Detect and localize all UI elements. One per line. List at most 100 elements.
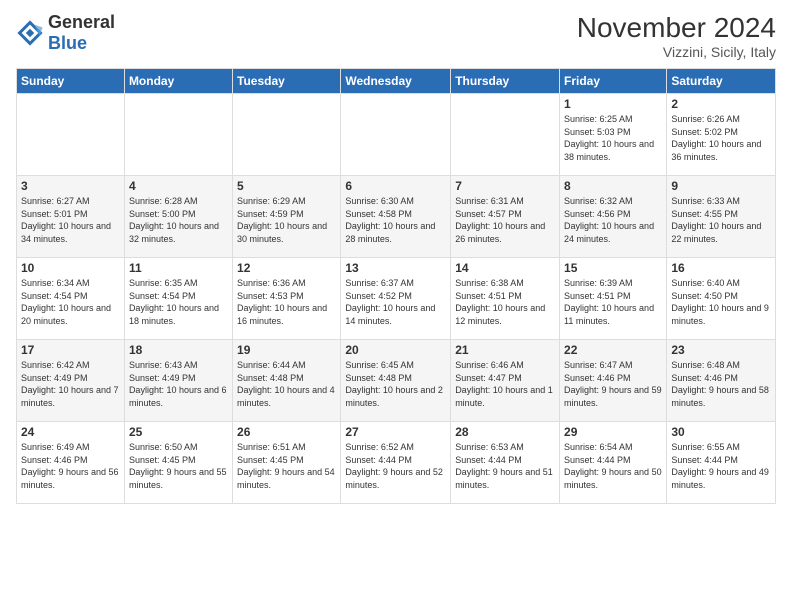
col-wednesday: Wednesday bbox=[341, 69, 451, 94]
day-number: 21 bbox=[455, 343, 555, 357]
day-cell: 18Sunrise: 6:43 AM Sunset: 4:49 PM Dayli… bbox=[124, 340, 232, 422]
day-cell: 10 Sunrise: 6:34 AM Sunset: 4:54 PM Dayli… bbox=[17, 258, 125, 340]
day-info: Sunrise: 6:30 AM Sunset: 4:58 PM Dayligh… bbox=[345, 195, 446, 245]
day-number: 11 bbox=[129, 261, 228, 275]
day-info: Sunrise: 6:46 AM Sunset: 4:47 PM Dayligh… bbox=[455, 359, 555, 409]
day-cell: 12 Sunrise: 6:36 AM Sunset: 4:53 PM Dayli… bbox=[233, 258, 341, 340]
day-info: Sunrise: 6:33 AM Sunset: 4:55 PM Dayligh… bbox=[671, 195, 771, 245]
day-cell: 11 Sunrise: 6:35 AM Sunset: 4:54 PM Dayli… bbox=[124, 258, 232, 340]
day-number: 28 bbox=[455, 425, 555, 439]
day-number: 29 bbox=[564, 425, 662, 439]
week-row-1: 1 Sunrise: 6:25 AM Sunset: 5:03 PM Daylig… bbox=[17, 94, 776, 176]
col-thursday: Thursday bbox=[451, 69, 560, 94]
page: General Blue November 2024 Vizzini, Sici… bbox=[0, 0, 792, 612]
day-info: Sunrise: 6:37 AM Sunset: 4:52 PM Dayligh… bbox=[345, 277, 446, 327]
day-info: Sunrise: 6:26 AM Sunset: 5:02 PM Dayligh… bbox=[671, 113, 771, 163]
week-row-2: 3 Sunrise: 6:27 AM Sunset: 5:01 PM Daylig… bbox=[17, 176, 776, 258]
day-cell: 7Sunrise: 6:31 AM Sunset: 4:57 PM Daylig… bbox=[451, 176, 560, 258]
day-number: 20 bbox=[345, 343, 446, 357]
day-info: Sunrise: 6:43 AM Sunset: 4:49 PM Dayligh… bbox=[129, 359, 228, 409]
col-monday: Monday bbox=[124, 69, 232, 94]
day-info: Sunrise: 6:38 AM Sunset: 4:51 PM Dayligh… bbox=[455, 277, 555, 327]
day-number: 14 bbox=[455, 261, 555, 275]
day-cell: 30 Sunrise: 6:55 AM Sunset: 4:44 PM Dayli… bbox=[667, 422, 776, 504]
day-cell: 5 Sunrise: 6:29 AM Sunset: 4:59 PM Daylig… bbox=[233, 176, 341, 258]
day-number: 17 bbox=[21, 343, 120, 357]
day-cell: 19Sunrise: 6:44 AM Sunset: 4:48 PM Dayli… bbox=[233, 340, 341, 422]
col-sunday: Sunday bbox=[17, 69, 125, 94]
day-cell: 14 Sunrise: 6:38 AM Sunset: 4:51 PM Dayli… bbox=[451, 258, 560, 340]
header: General Blue November 2024 Vizzini, Sici… bbox=[16, 12, 776, 60]
day-info: Sunrise: 6:52 AM Sunset: 4:44 PM Dayligh… bbox=[345, 441, 446, 491]
day-number: 26 bbox=[237, 425, 336, 439]
day-info: Sunrise: 6:49 AM Sunset: 4:46 PM Dayligh… bbox=[21, 441, 120, 491]
week-row-5: 24 Sunrise: 6:49 AM Sunset: 4:46 PM Dayli… bbox=[17, 422, 776, 504]
day-number: 27 bbox=[345, 425, 446, 439]
day-number: 16 bbox=[671, 261, 771, 275]
day-cell bbox=[341, 94, 451, 176]
day-info: Sunrise: 6:29 AM Sunset: 4:59 PM Dayligh… bbox=[237, 195, 336, 245]
day-cell: 26 Sunrise: 6:51 AM Sunset: 4:45 PM Dayli… bbox=[233, 422, 341, 504]
day-number: 24 bbox=[21, 425, 120, 439]
day-cell: 8Sunrise: 6:32 AM Sunset: 4:56 PM Daylig… bbox=[560, 176, 667, 258]
month-title: November 2024 bbox=[577, 12, 776, 44]
day-number: 10 bbox=[21, 261, 120, 275]
day-number: 2 bbox=[671, 97, 771, 111]
day-info: Sunrise: 6:25 AM Sunset: 5:03 PM Dayligh… bbox=[564, 113, 662, 163]
logo-text: General Blue bbox=[48, 12, 115, 54]
day-number: 12 bbox=[237, 261, 336, 275]
day-info: Sunrise: 6:35 AM Sunset: 4:54 PM Dayligh… bbox=[129, 277, 228, 327]
day-info: Sunrise: 6:45 AM Sunset: 4:48 PM Dayligh… bbox=[345, 359, 446, 409]
day-cell: 29 Sunrise: 6:54 AM Sunset: 4:44 PM Dayli… bbox=[560, 422, 667, 504]
day-cell: 16 Sunrise: 6:40 AM Sunset: 4:50 PM Dayli… bbox=[667, 258, 776, 340]
col-friday: Friday bbox=[560, 69, 667, 94]
day-number: 5 bbox=[237, 179, 336, 193]
logo-blue: Blue bbox=[48, 33, 87, 53]
day-cell: 24 Sunrise: 6:49 AM Sunset: 4:46 PM Dayli… bbox=[17, 422, 125, 504]
day-info: Sunrise: 6:54 AM Sunset: 4:44 PM Dayligh… bbox=[564, 441, 662, 491]
day-info: Sunrise: 6:42 AM Sunset: 4:49 PM Dayligh… bbox=[21, 359, 120, 409]
day-info: Sunrise: 6:40 AM Sunset: 4:50 PM Dayligh… bbox=[671, 277, 771, 327]
title-block: November 2024 Vizzini, Sicily, Italy bbox=[577, 12, 776, 60]
day-number: 13 bbox=[345, 261, 446, 275]
day-number: 15 bbox=[564, 261, 662, 275]
day-info: Sunrise: 6:39 AM Sunset: 4:51 PM Dayligh… bbox=[564, 277, 662, 327]
day-cell bbox=[233, 94, 341, 176]
day-info: Sunrise: 6:47 AM Sunset: 4:46 PM Dayligh… bbox=[564, 359, 662, 409]
location-subtitle: Vizzini, Sicily, Italy bbox=[577, 44, 776, 60]
day-cell: 13 Sunrise: 6:37 AM Sunset: 4:52 PM Dayli… bbox=[341, 258, 451, 340]
col-saturday: Saturday bbox=[667, 69, 776, 94]
day-info: Sunrise: 6:50 AM Sunset: 4:45 PM Dayligh… bbox=[129, 441, 228, 491]
logo: General Blue bbox=[16, 12, 115, 54]
day-cell: 25 Sunrise: 6:50 AM Sunset: 4:45 PM Dayli… bbox=[124, 422, 232, 504]
day-number: 3 bbox=[21, 179, 120, 193]
day-info: Sunrise: 6:28 AM Sunset: 5:00 PM Dayligh… bbox=[129, 195, 228, 245]
day-cell: 20 Sunrise: 6:45 AM Sunset: 4:48 PM Dayli… bbox=[341, 340, 451, 422]
day-cell: 9Sunrise: 6:33 AM Sunset: 4:55 PM Daylig… bbox=[667, 176, 776, 258]
day-number: 4 bbox=[129, 179, 228, 193]
day-info: Sunrise: 6:36 AM Sunset: 4:53 PM Dayligh… bbox=[237, 277, 336, 327]
week-row-3: 10 Sunrise: 6:34 AM Sunset: 4:54 PM Dayli… bbox=[17, 258, 776, 340]
day-cell: 1 Sunrise: 6:25 AM Sunset: 5:03 PM Daylig… bbox=[560, 94, 667, 176]
day-number: 1 bbox=[564, 97, 662, 111]
day-info: Sunrise: 6:27 AM Sunset: 5:01 PM Dayligh… bbox=[21, 195, 120, 245]
logo-general: General bbox=[48, 12, 115, 32]
day-cell: 2 Sunrise: 6:26 AM Sunset: 5:02 PM Daylig… bbox=[667, 94, 776, 176]
day-cell: 4 Sunrise: 6:28 AM Sunset: 5:00 PM Daylig… bbox=[124, 176, 232, 258]
day-info: Sunrise: 6:34 AM Sunset: 4:54 PM Dayligh… bbox=[21, 277, 120, 327]
logo-icon bbox=[16, 19, 44, 47]
day-info: Sunrise: 6:44 AM Sunset: 4:48 PM Dayligh… bbox=[237, 359, 336, 409]
day-number: 30 bbox=[671, 425, 771, 439]
day-cell bbox=[124, 94, 232, 176]
day-number: 25 bbox=[129, 425, 228, 439]
day-info: Sunrise: 6:55 AM Sunset: 4:44 PM Dayligh… bbox=[671, 441, 771, 491]
day-number: 23 bbox=[671, 343, 771, 357]
day-info: Sunrise: 6:31 AM Sunset: 4:57 PM Dayligh… bbox=[455, 195, 555, 245]
day-cell: 22 Sunrise: 6:47 AM Sunset: 4:46 PM Dayli… bbox=[560, 340, 667, 422]
day-cell: 3 Sunrise: 6:27 AM Sunset: 5:01 PM Daylig… bbox=[17, 176, 125, 258]
day-info: Sunrise: 6:48 AM Sunset: 4:46 PM Dayligh… bbox=[671, 359, 771, 409]
day-number: 22 bbox=[564, 343, 662, 357]
day-info: Sunrise: 6:32 AM Sunset: 4:56 PM Dayligh… bbox=[564, 195, 662, 245]
day-cell: 21 Sunrise: 6:46 AM Sunset: 4:47 PM Dayli… bbox=[451, 340, 560, 422]
day-info: Sunrise: 6:51 AM Sunset: 4:45 PM Dayligh… bbox=[237, 441, 336, 491]
